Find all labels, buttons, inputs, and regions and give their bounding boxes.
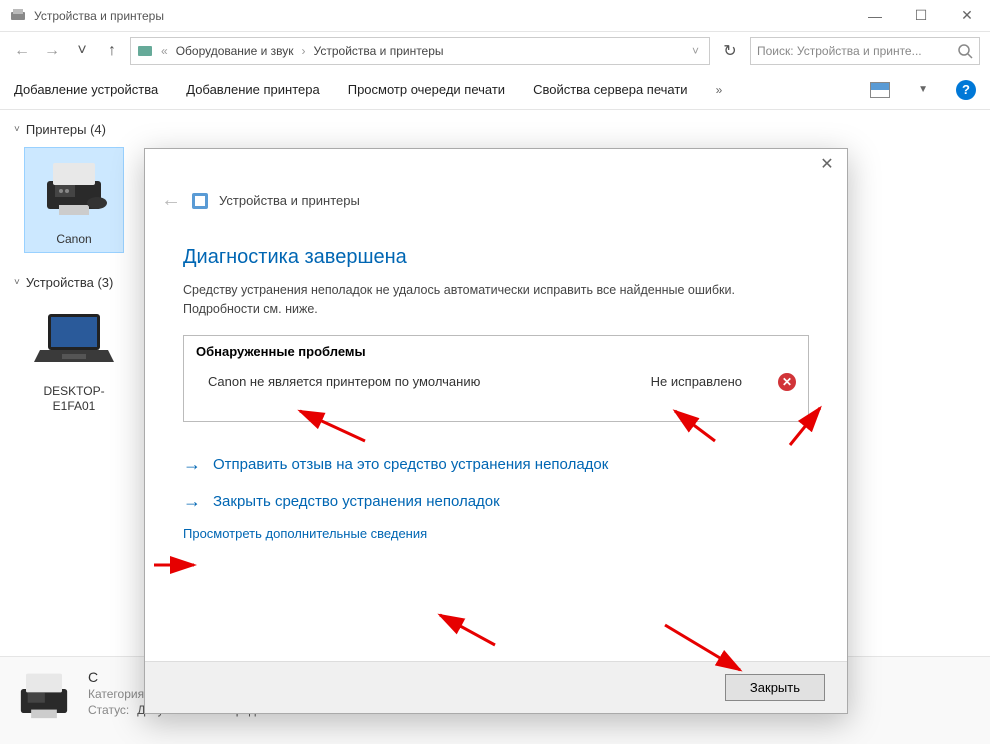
dialog-body: Диагностика завершена Средству устранени… (145, 228, 847, 567)
dialog-back-button[interactable]: ← (161, 189, 181, 212)
troubleshoot-icon (191, 192, 209, 210)
chevron-icon: « (157, 44, 172, 58)
problems-list: Обнаруженные проблемы Canon не является … (183, 335, 809, 422)
search-input[interactable]: Поиск: Устройства и принте... (750, 37, 980, 65)
device-label: Canon (25, 228, 123, 252)
window-controls: — ☐ ✕ (852, 0, 990, 32)
maximize-button[interactable]: ☐ (898, 0, 944, 32)
laptop-icon (34, 310, 114, 370)
dialog-heading: Диагностика завершена (183, 246, 809, 269)
toolbar-overflow[interactable]: » (716, 83, 723, 97)
dialog-description: Средству устранения неполадок не удалось… (183, 281, 809, 319)
add-device-button[interactable]: Добавление устройства (14, 82, 158, 97)
details-status-label: Статус: (88, 703, 129, 717)
device-canon[interactable]: Canon (24, 147, 124, 253)
nav-back-button[interactable]: ← (10, 39, 34, 63)
arrow-right-icon: → (183, 491, 201, 512)
toolbar: Добавление устройства Добавление принтер… (0, 70, 990, 110)
problem-name: Canon не является принтером по умолчанию (208, 374, 639, 389)
devices-icon (10, 8, 26, 24)
window-title: Устройства и принтеры (34, 9, 852, 23)
minimize-button[interactable]: — (852, 0, 898, 32)
close-button[interactable]: Закрыть (725, 674, 825, 701)
error-icon: ✕ (778, 373, 796, 391)
feedback-link[interactable]: → Отправить отзыв на это средство устран… (183, 446, 809, 483)
dialog-close-button[interactable]: ✕ (815, 152, 839, 176)
device-desktop[interactable]: DESKTOP-E1FA01 (24, 300, 124, 419)
device-label: DESKTOP-E1FA01 (24, 380, 124, 419)
search-icon (957, 43, 973, 59)
details-category-label: Категория: (88, 687, 147, 701)
chevron-down-icon: ˅ (14, 124, 20, 135)
group-label: Устройства (3) (26, 275, 114, 290)
refresh-button[interactable]: ↻ (716, 37, 744, 65)
details-link[interactable]: Просмотреть дополнительные сведения (183, 520, 809, 541)
problems-header: Обнаруженные проблемы (184, 336, 808, 367)
dialog-footer: Закрыть (145, 661, 847, 713)
dialog-header: ← Устройства и принтеры (145, 179, 847, 228)
chevron-right-icon: › (298, 44, 310, 58)
breadcrumb-item[interactable]: Оборудование и звук (176, 44, 294, 58)
chevron-down-icon: ˅ (14, 277, 20, 288)
search-placeholder: Поиск: Устройства и принте... (757, 44, 922, 58)
troubleshooter-dialog: ✕ ← Устройства и принтеры Диагностика за… (144, 148, 848, 714)
problem-row[interactable]: Canon не является принтером по умолчанию… (184, 367, 808, 421)
add-printer-button[interactable]: Добавление принтера (186, 82, 319, 97)
server-properties-button[interactable]: Свойства сервера печати (533, 82, 688, 97)
view-queue-button[interactable]: Просмотр очереди печати (348, 82, 505, 97)
breadcrumb-item[interactable]: Устройства и принтеры (314, 44, 444, 58)
printers-group-header[interactable]: ˅ Принтеры (4) (14, 116, 976, 143)
dialog-header-text: Устройства и принтеры (219, 193, 360, 208)
help-button[interactable]: ? (956, 80, 976, 100)
dialog-links: → Отправить отзыв на это средство устран… (183, 422, 809, 549)
arrow-right-icon: → (183, 454, 201, 475)
close-troubleshooter-link[interactable]: → Закрыть средство устранения неполадок (183, 483, 809, 520)
window-title-bar: Устройства и принтеры — ☐ ✕ (0, 0, 990, 32)
printer-icon (39, 153, 109, 223)
printer-icon (14, 665, 74, 725)
address-bar: ← → ˅ ↑ « Оборудование и звук › Устройст… (0, 32, 990, 70)
nav-forward-button[interactable]: → (40, 39, 64, 63)
link-label: Отправить отзыв на это средство устранен… (213, 456, 608, 473)
link-label: Закрыть средство устранения неполадок (213, 493, 500, 510)
control-panel-icon (137, 43, 153, 59)
chevron-down-icon[interactable]: ˅ (688, 44, 703, 58)
view-mode-button[interactable] (870, 82, 890, 98)
dialog-titlebar: ✕ (145, 149, 847, 179)
close-button[interactable]: ✕ (944, 0, 990, 32)
nav-dropdown[interactable]: ˅ (70, 39, 94, 63)
nav-up-button[interactable]: ↑ (100, 39, 124, 63)
group-label: Принтеры (4) (26, 122, 106, 137)
breadcrumb[interactable]: « Оборудование и звук › Устройства и при… (130, 37, 710, 65)
problem-status: Не исправлено (651, 374, 742, 389)
